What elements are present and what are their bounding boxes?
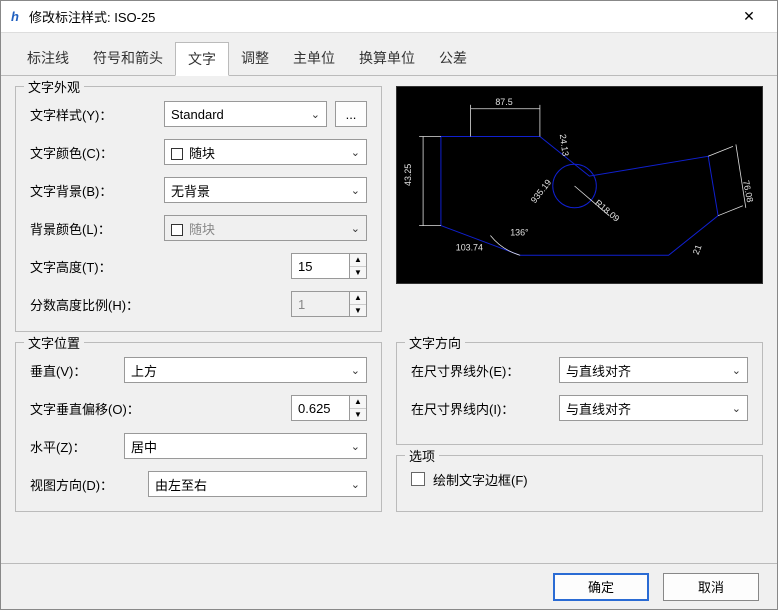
horizontal-label: 水平(Z)： [30, 437, 116, 456]
svg-text:87.5: 87.5 [495, 97, 512, 107]
text-color-select[interactable]: 随块 ⌄ [164, 139, 367, 165]
bg-color-select: 随块 ⌄ [164, 215, 367, 241]
group-title: 文字位置 [24, 333, 84, 352]
chevron-down-icon: ⌄ [732, 364, 741, 377]
vertical-select[interactable]: 上方 ⌄ [124, 357, 367, 383]
tab-alt-units[interactable]: 换算单位 [347, 42, 427, 76]
color-swatch-icon [171, 148, 183, 160]
vertical-offset-label: 文字垂直偏移(O)： [30, 399, 180, 418]
tab-strip: 标注线 符号和箭头 文字 调整 主单位 换算单位 公差 [1, 33, 777, 76]
text-color-label: 文字颜色(C)： [30, 143, 156, 162]
spin-up-icon[interactable]: ▲ [350, 254, 366, 267]
view-direction-select[interactable]: 由左至右 ⌄ [148, 471, 367, 497]
chevron-down-icon: ⌄ [311, 108, 320, 121]
view-direction-label: 视图方向(D)： [30, 475, 140, 494]
spin-down-icon[interactable]: ▼ [350, 267, 366, 279]
inside-ext-value: 与直线对齐 [566, 399, 631, 418]
svg-text:76.08: 76.08 [741, 179, 755, 203]
text-style-label: 文字样式(Y)： [30, 105, 156, 124]
outside-ext-select[interactable]: 与直线对齐 ⌄ [559, 357, 748, 383]
draw-text-frame-checkbox[interactable] [411, 472, 425, 486]
vertical-value: 上方 [131, 361, 157, 380]
text-height-spinner[interactable]: ▲▼ [291, 253, 367, 279]
vertical-offset-spinner[interactable]: ▲▼ [291, 395, 367, 421]
svg-text:136°: 136° [510, 227, 529, 237]
cancel-button[interactable]: 取消 [663, 573, 759, 601]
group-text-appearance: 文字外观 文字样式(Y)： Standard ⌄ ... 文字颜色(C)： 随块… [15, 86, 382, 332]
fraction-height-input [291, 291, 349, 317]
outside-ext-label: 在尺寸界线外(E)： [411, 361, 551, 380]
group-title: 文字方向 [405, 333, 465, 352]
chevron-down-icon: ⌄ [351, 146, 360, 159]
svg-text:21: 21 [691, 243, 704, 256]
tab-text[interactable]: 文字 [175, 42, 229, 76]
chevron-down-icon: ⌄ [351, 440, 360, 453]
tab-primary-units[interactable]: 主单位 [281, 42, 347, 76]
tab-symbols-arrows[interactable]: 符号和箭头 [81, 42, 175, 76]
spin-up-icon: ▲ [350, 292, 366, 305]
vertical-label: 垂直(V)： [30, 361, 116, 380]
svg-text:935.19: 935.19 [529, 177, 554, 205]
text-bg-label: 文字背景(B)： [30, 181, 156, 200]
text-style-select[interactable]: Standard ⌄ [164, 101, 327, 127]
spin-down-icon[interactable]: ▼ [350, 409, 366, 421]
svg-text:24.13: 24.13 [558, 133, 571, 156]
preview-panel: 87.5 43.25 24.13 76.08 935.19 R18.09 103… [396, 86, 763, 332]
color-swatch-icon [171, 224, 183, 236]
ok-button[interactable]: 确定 [553, 573, 649, 601]
dimension-preview: 87.5 43.25 24.13 76.08 935.19 R18.09 103… [396, 86, 763, 284]
chevron-down-icon: ⌄ [351, 478, 360, 491]
spin-down-icon: ▼ [350, 305, 366, 317]
text-bg-select[interactable]: 无背景 ⌄ [164, 177, 367, 203]
chevron-down-icon: ⌄ [732, 402, 741, 415]
view-direction-value: 由左至右 [155, 475, 207, 494]
chevron-down-icon: ⌄ [351, 222, 360, 235]
text-bg-value: 无背景 [171, 181, 210, 200]
inside-ext-select[interactable]: 与直线对齐 ⌄ [559, 395, 748, 421]
draw-text-frame-label: 绘制文字边框(F) [433, 470, 528, 489]
dialog-window: h 修改标注样式: ISO-25 ✕ 标注线 符号和箭头 文字 调整 主单位 换… [0, 0, 778, 610]
fraction-height-label: 分数高度比例(H)： [30, 295, 156, 314]
group-text-position: 文字位置 垂直(V)： 上方 ⌄ 文字垂直偏移(O)： ▲▼ 水平(Z)： [15, 342, 382, 512]
group-text-direction: 文字方向 在尺寸界线外(E)： 与直线对齐 ⌄ 在尺寸界线内(I)： 与直线对齐… [396, 342, 763, 445]
inside-ext-label: 在尺寸界线内(I)： [411, 399, 551, 418]
bg-color-value: 随块 [189, 222, 215, 237]
chevron-down-icon: ⌄ [351, 364, 360, 377]
horizontal-select[interactable]: 居中 ⌄ [124, 433, 367, 459]
group-title: 文字外观 [24, 77, 84, 96]
text-style-value: Standard [171, 107, 224, 122]
tab-fit[interactable]: 调整 [229, 42, 281, 76]
close-button[interactable]: ✕ [727, 2, 771, 32]
text-color-value: 随块 [189, 146, 215, 161]
text-height-label: 文字高度(T)： [30, 257, 156, 276]
outside-ext-value: 与直线对齐 [566, 361, 631, 380]
svg-text:103.74: 103.74 [456, 242, 483, 252]
svg-text:R18.09: R18.09 [593, 198, 621, 224]
window-title: 修改标注样式: ISO-25 [29, 7, 727, 26]
group-title: 选项 [405, 446, 439, 465]
chevron-down-icon: ⌄ [351, 184, 360, 197]
app-icon: h [7, 9, 23, 25]
vertical-offset-input[interactable] [291, 395, 349, 421]
text-height-input[interactable] [291, 253, 349, 279]
tab-dimlines[interactable]: 标注线 [15, 42, 81, 76]
spin-up-icon[interactable]: ▲ [350, 396, 366, 409]
bg-color-label: 背景颜色(L)： [30, 219, 156, 238]
fraction-height-spinner: ▲▼ [291, 291, 367, 317]
dialog-footer: 确定 取消 [1, 563, 777, 609]
group-options: 选项 绘制文字边框(F) [396, 455, 763, 513]
tab-tolerances[interactable]: 公差 [427, 42, 479, 76]
title-bar: h 修改标注样式: ISO-25 ✕ [1, 1, 777, 33]
svg-text:43.25: 43.25 [403, 164, 413, 186]
horizontal-value: 居中 [131, 437, 157, 456]
text-style-browse-button[interactable]: ... [335, 101, 367, 127]
